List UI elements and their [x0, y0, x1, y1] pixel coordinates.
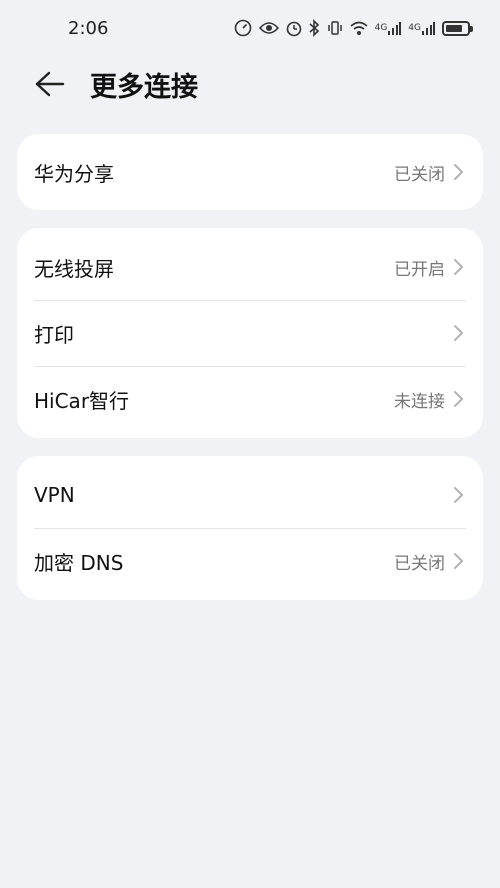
row-label: 加密 DNS — [34, 550, 124, 575]
chevron-right-icon — [454, 391, 463, 407]
row-wireless-projection[interactable]: 无线投屏 已开启 — [17, 234, 483, 300]
page-title: 更多连接 — [90, 71, 198, 103]
chevron-right-icon — [454, 164, 463, 180]
back-button[interactable] — [22, 58, 78, 110]
row-label: VPN — [34, 483, 75, 507]
wifi-icon — [350, 20, 368, 36]
speedometer-icon — [234, 19, 252, 37]
status-time: 2:06 — [68, 17, 109, 39]
row-print[interactable]: 打印 — [17, 300, 483, 366]
row-value: 已关闭 — [394, 164, 445, 185]
row-vpn[interactable]: VPN — [17, 462, 483, 528]
row-encrypted-dns[interactable]: 加密 DNS 已关闭 — [17, 528, 483, 594]
chevron-right-icon — [454, 553, 463, 569]
header: 更多连接 — [0, 58, 500, 110]
alarm-icon — [286, 19, 302, 37]
row-value: 已开启 — [394, 259, 445, 280]
vibrate-icon — [327, 20, 343, 36]
chevron-right-icon — [454, 487, 463, 503]
card-connections: 无线投屏 已开启 打印 HiCar智行 未连接 — [17, 228, 483, 438]
row-label: 华为分享 — [34, 161, 114, 186]
row-value: 未连接 — [394, 391, 445, 412]
row-hicar[interactable]: HiCar智行 未连接 — [17, 366, 483, 432]
status-bar: 2:06 4G 4G — [0, 0, 500, 56]
card-network: VPN 加密 DNS 已关闭 — [17, 456, 483, 600]
row-label: HiCar智行 — [34, 388, 130, 413]
card-huawei-share: 华为分享 已关闭 — [17, 134, 483, 210]
bluetooth-icon — [309, 19, 320, 37]
status-icons: 4G 4G — [234, 19, 473, 37]
row-label: 无线投屏 — [34, 256, 114, 281]
signal-icon-2: 4G — [408, 21, 435, 35]
arrow-left-icon — [35, 71, 65, 97]
signal-icon-1: 4G — [375, 21, 402, 35]
chevron-right-icon — [454, 259, 463, 275]
chevron-right-icon — [454, 325, 463, 341]
battery-icon — [442, 20, 473, 36]
row-huawei-share[interactable]: 华为分享 已关闭 — [17, 134, 483, 210]
row-label: 打印 — [34, 322, 74, 347]
eye-icon — [258, 21, 279, 35]
row-value: 已关闭 — [394, 553, 445, 574]
